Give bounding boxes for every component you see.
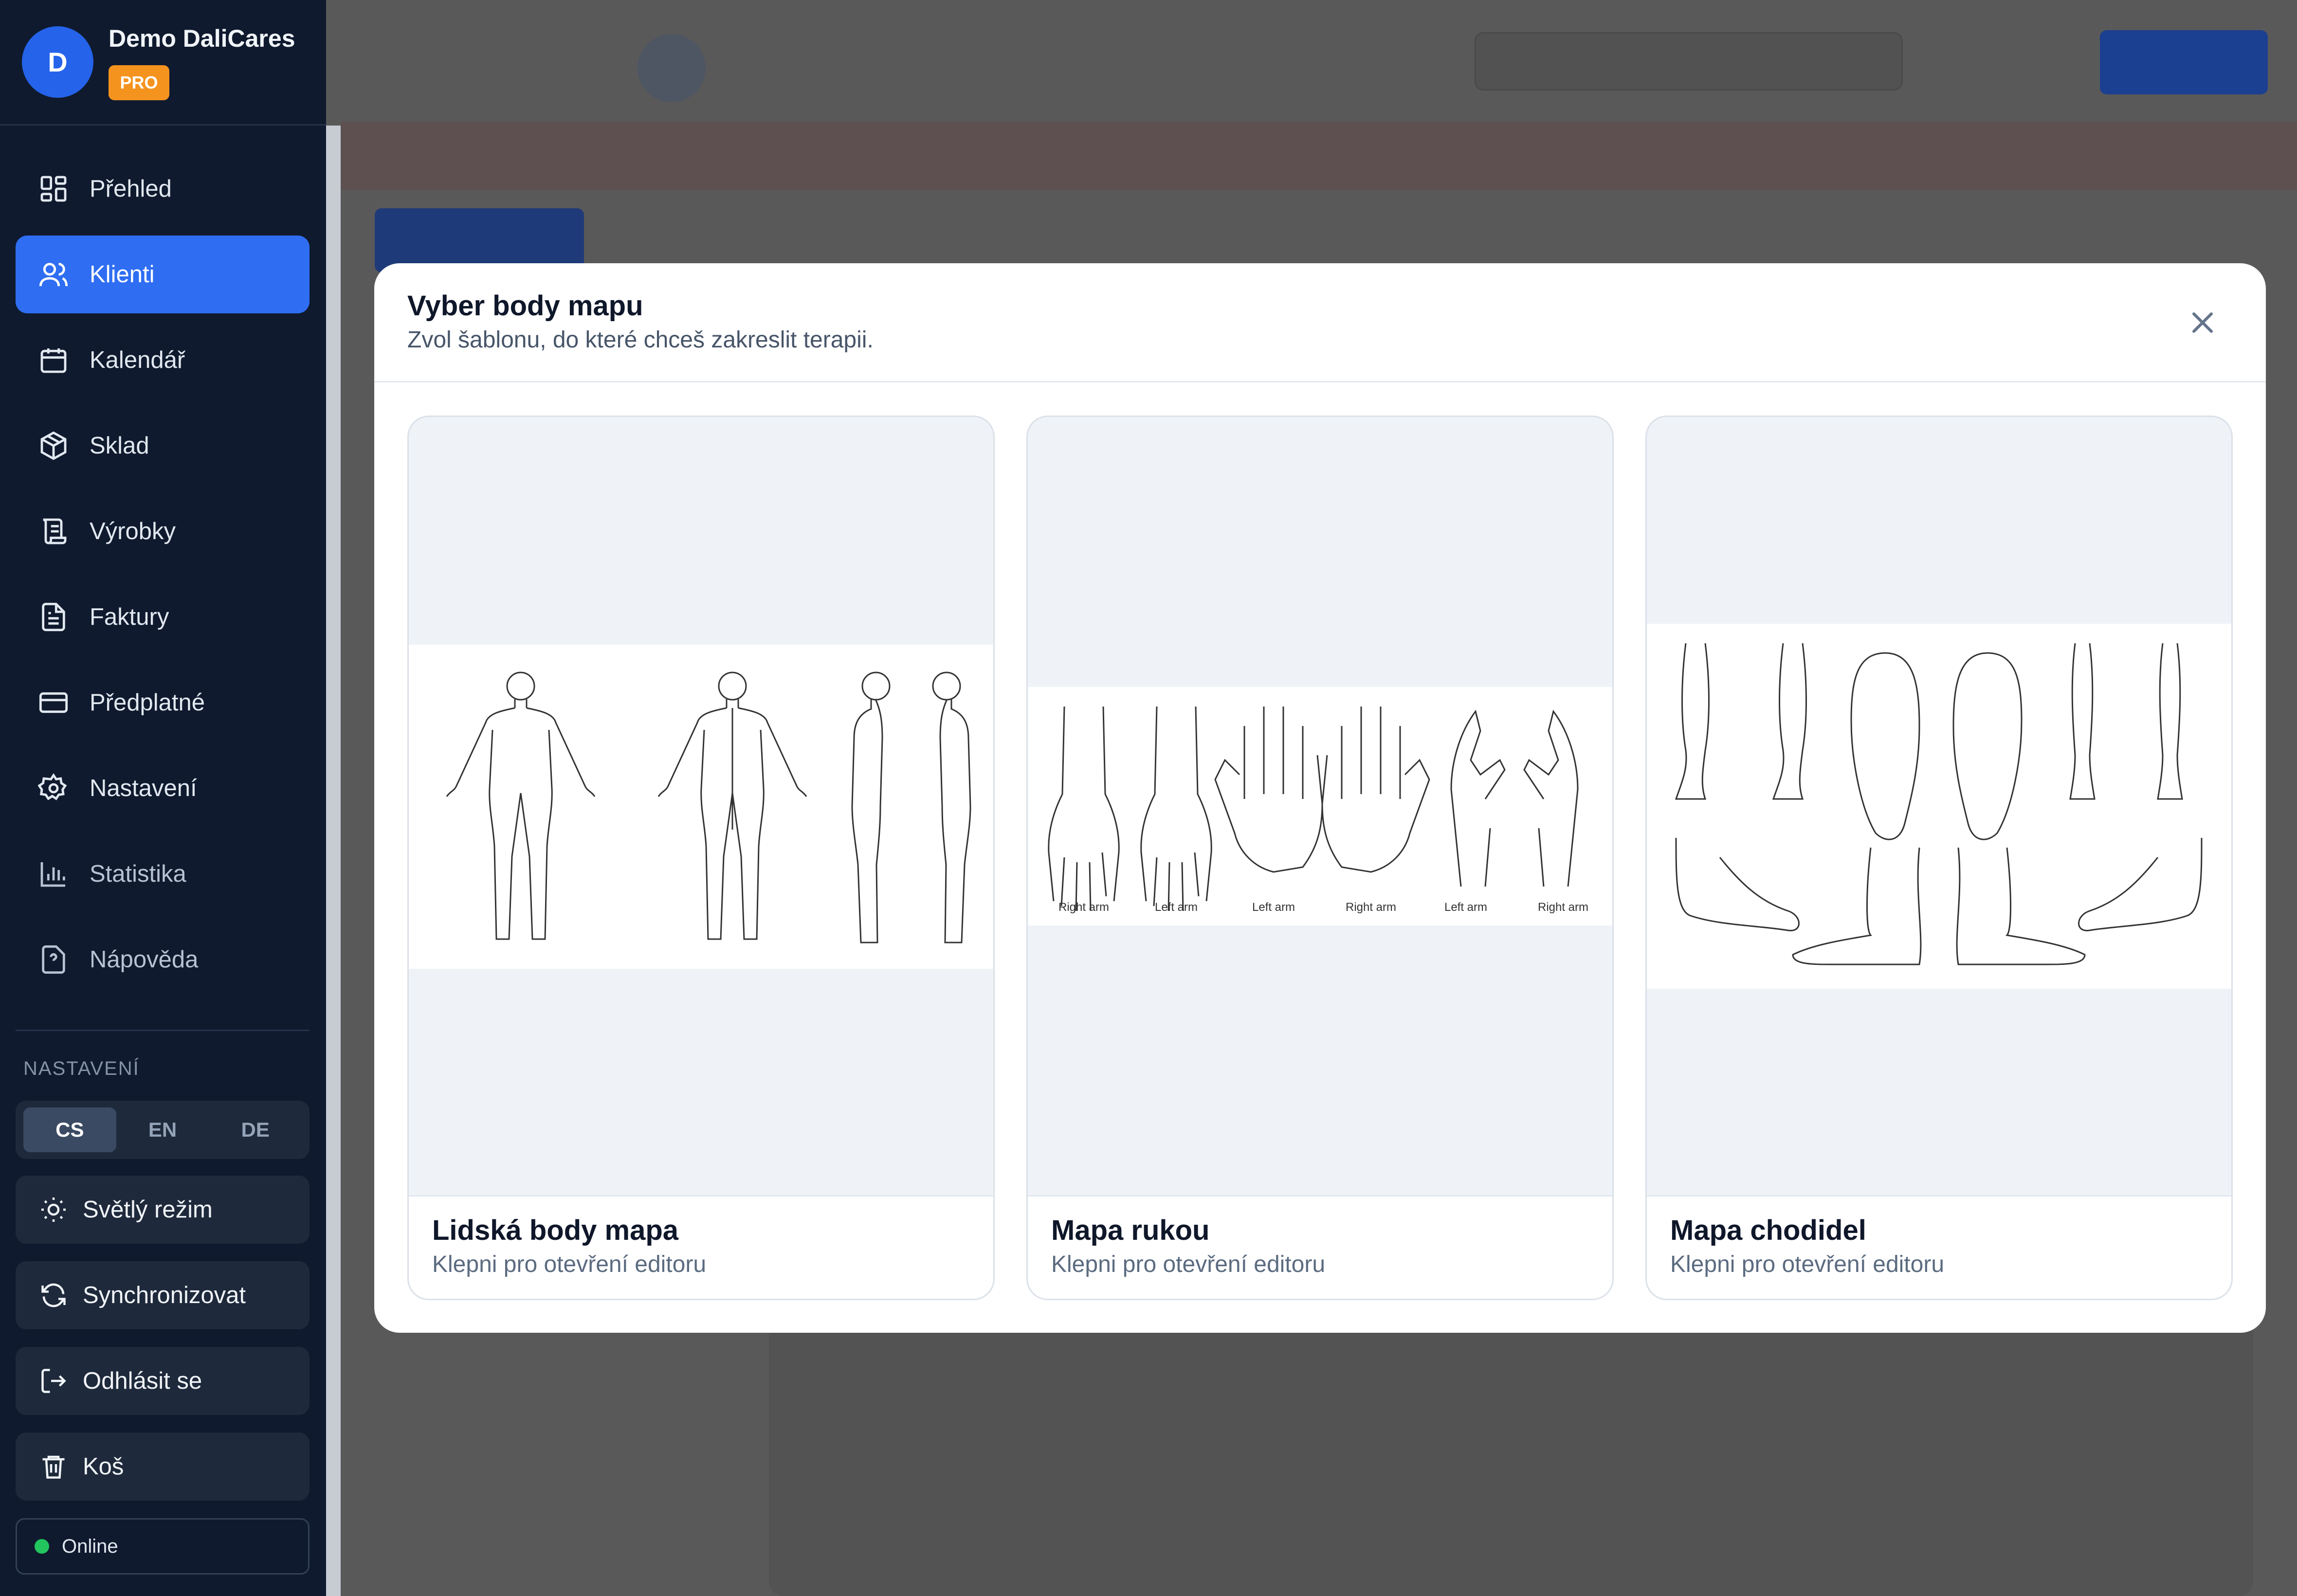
- backdrop-primary-button: [2100, 30, 2268, 94]
- modal-subtitle: Zvol šablonu, do které chceš zakreslit t…: [407, 327, 874, 353]
- scroll-icon: [43, 518, 67, 544]
- nav-label: Kalendář: [90, 347, 185, 373]
- hand-label-left-arm: Left arm: [1444, 901, 1487, 914]
- calendar-icon: [40, 348, 67, 373]
- nav-label: Předplatné: [90, 689, 205, 716]
- help-icon: [42, 945, 65, 974]
- nav-label: Klienti: [90, 261, 155, 288]
- dashboard-icon: [40, 176, 67, 202]
- nav-label: Statistika: [90, 861, 186, 887]
- hand-label-right-arm: Right arm: [1058, 901, 1109, 914]
- hand-label-right-arm: Right arm: [1538, 901, 1588, 914]
- logout-label: Odhlásit se: [83, 1368, 202, 1394]
- language-de[interactable]: DE: [209, 1107, 302, 1152]
- plan-badge: PRO: [109, 65, 169, 100]
- hand-label-left-arm: Left arm: [1155, 901, 1198, 914]
- card-title: Mapa chodidel: [1670, 1215, 1866, 1246]
- card-title: Lidská body mapa: [432, 1215, 679, 1246]
- hands-map-preview: Right arm Left arm Left arm Right arm Le…: [1028, 687, 1612, 925]
- brand-header: D Demo DaliCares PRO: [0, 0, 326, 126]
- hand-label-left-arm: Left arm: [1252, 901, 1295, 914]
- theme-toggle-button[interactable]: Světlý režim: [16, 1176, 310, 1244]
- main-nav: Přehled Klienti Kalendář Sklad Výrobky F…: [16, 150, 310, 1006]
- backdrop-alert-bar: [341, 122, 2297, 190]
- nav-label: Sklad: [90, 433, 149, 459]
- nav-item-predplatne[interactable]: Předplatné: [16, 664, 310, 742]
- nav-item-vyrobky[interactable]: Výrobky: [16, 492, 310, 570]
- body-map-picker-modal: Vyber body mapu Zvol šablonu, do které c…: [374, 263, 2266, 1333]
- theme-toggle-label: Světlý režim: [83, 1197, 213, 1223]
- nav-item-napoveda[interactable]: Nápověda: [16, 921, 310, 998]
- modal-header: Vyber body mapu Zvol šablonu, do které c…: [374, 263, 2266, 382]
- sidebar: D Demo DaliCares PRO Přehled Klienti Kal…: [0, 0, 326, 1596]
- card-footer: Mapa chodidel Klepni pro otevření editor…: [1647, 1195, 2231, 1299]
- trash-label: Koš: [83, 1453, 124, 1480]
- online-indicator: [35, 1539, 49, 1554]
- body-map-preview: [409, 645, 993, 969]
- sync-button[interactable]: Synchronizovat: [16, 1261, 310, 1329]
- workspace-avatar[interactable]: D: [22, 26, 93, 98]
- nav-item-faktury[interactable]: Faktury: [16, 578, 310, 656]
- close-icon[interactable]: [2185, 305, 2220, 340]
- hands-map-card[interactable]: Right arm Left arm Left arm Right arm Le…: [1026, 416, 1614, 1300]
- feet-map-preview: [1647, 624, 2231, 989]
- trash-button[interactable]: Koš: [16, 1433, 310, 1501]
- connection-status: Online: [16, 1518, 310, 1575]
- sync-label: Synchronizovat: [83, 1282, 246, 1308]
- backdrop-avatar: [638, 34, 706, 102]
- trash-icon: [42, 1455, 65, 1479]
- connection-status-label: Online: [62, 1535, 118, 1557]
- card-subtitle: Klepni pro otevření editoru: [1051, 1251, 1326, 1277]
- hand-label-right-arm: Right arm: [1346, 901, 1396, 914]
- body-map-card[interactable]: Lidská body mapa Klepni pro otevření edi…: [407, 416, 995, 1300]
- language-en[interactable]: EN: [116, 1107, 209, 1152]
- sidebar-divider: [16, 1030, 310, 1031]
- modal-title: Vyber body mapu: [407, 290, 643, 322]
- language-switcher: CS EN DE: [16, 1101, 310, 1159]
- backdrop-date-field: [1475, 32, 1903, 91]
- nav-label: Nastavení: [90, 775, 197, 801]
- sun-icon: [41, 1197, 66, 1222]
- nav-item-kalendar[interactable]: Kalendář: [16, 321, 310, 399]
- logout-button[interactable]: Odhlásit se: [16, 1347, 310, 1415]
- card-subtitle: Klepni pro otevření editoru: [1670, 1251, 1945, 1277]
- card-footer: Mapa rukou Klepni pro otevření editoru: [1028, 1195, 1612, 1299]
- nav-label: Faktury: [90, 604, 169, 630]
- nav-label: Přehled: [90, 176, 172, 202]
- credit-card-icon: [39, 692, 68, 713]
- nav-item-statistika[interactable]: Statistika: [16, 835, 310, 913]
- backdrop-panel: [769, 1314, 2253, 1596]
- nav-item-klienti[interactable]: Klienti: [16, 236, 310, 313]
- workspace-name: Demo DaliCares: [109, 25, 295, 52]
- users-icon: [39, 263, 68, 287]
- bar-chart-icon: [40, 862, 65, 887]
- logout-icon: [41, 1369, 66, 1393]
- body-outline-icon: [446, 671, 971, 943]
- nav-item-nastaveni[interactable]: Nastavení: [16, 749, 310, 827]
- language-cs[interactable]: CS: [23, 1107, 116, 1152]
- card-subtitle: Klepni pro otevření editoru: [432, 1251, 707, 1277]
- card-title: Mapa rukou: [1051, 1215, 1210, 1246]
- nav-label: Nápověda: [90, 946, 199, 973]
- settings-heading: NASTAVENÍ: [23, 1058, 140, 1079]
- foot-outline-icon: [1675, 643, 2203, 965]
- nav-item-prehled[interactable]: Přehled: [16, 150, 310, 228]
- package-icon: [40, 431, 67, 460]
- refresh-icon: [41, 1283, 66, 1307]
- nav-item-sklad[interactable]: Sklad: [16, 407, 310, 485]
- nav-label: Výrobky: [90, 518, 176, 544]
- file-icon: [42, 602, 65, 632]
- gear-icon: [38, 773, 67, 800]
- card-footer: Lidská body mapa Klepni pro otevření edi…: [409, 1195, 993, 1299]
- feet-map-card[interactable]: Mapa chodidel Klepni pro otevření editor…: [1645, 416, 2233, 1300]
- hand-outline-icon: Right arm Left arm Left arm Right arm Le…: [1048, 706, 1588, 914]
- sidebar-scrollbar[interactable]: [326, 126, 341, 1596]
